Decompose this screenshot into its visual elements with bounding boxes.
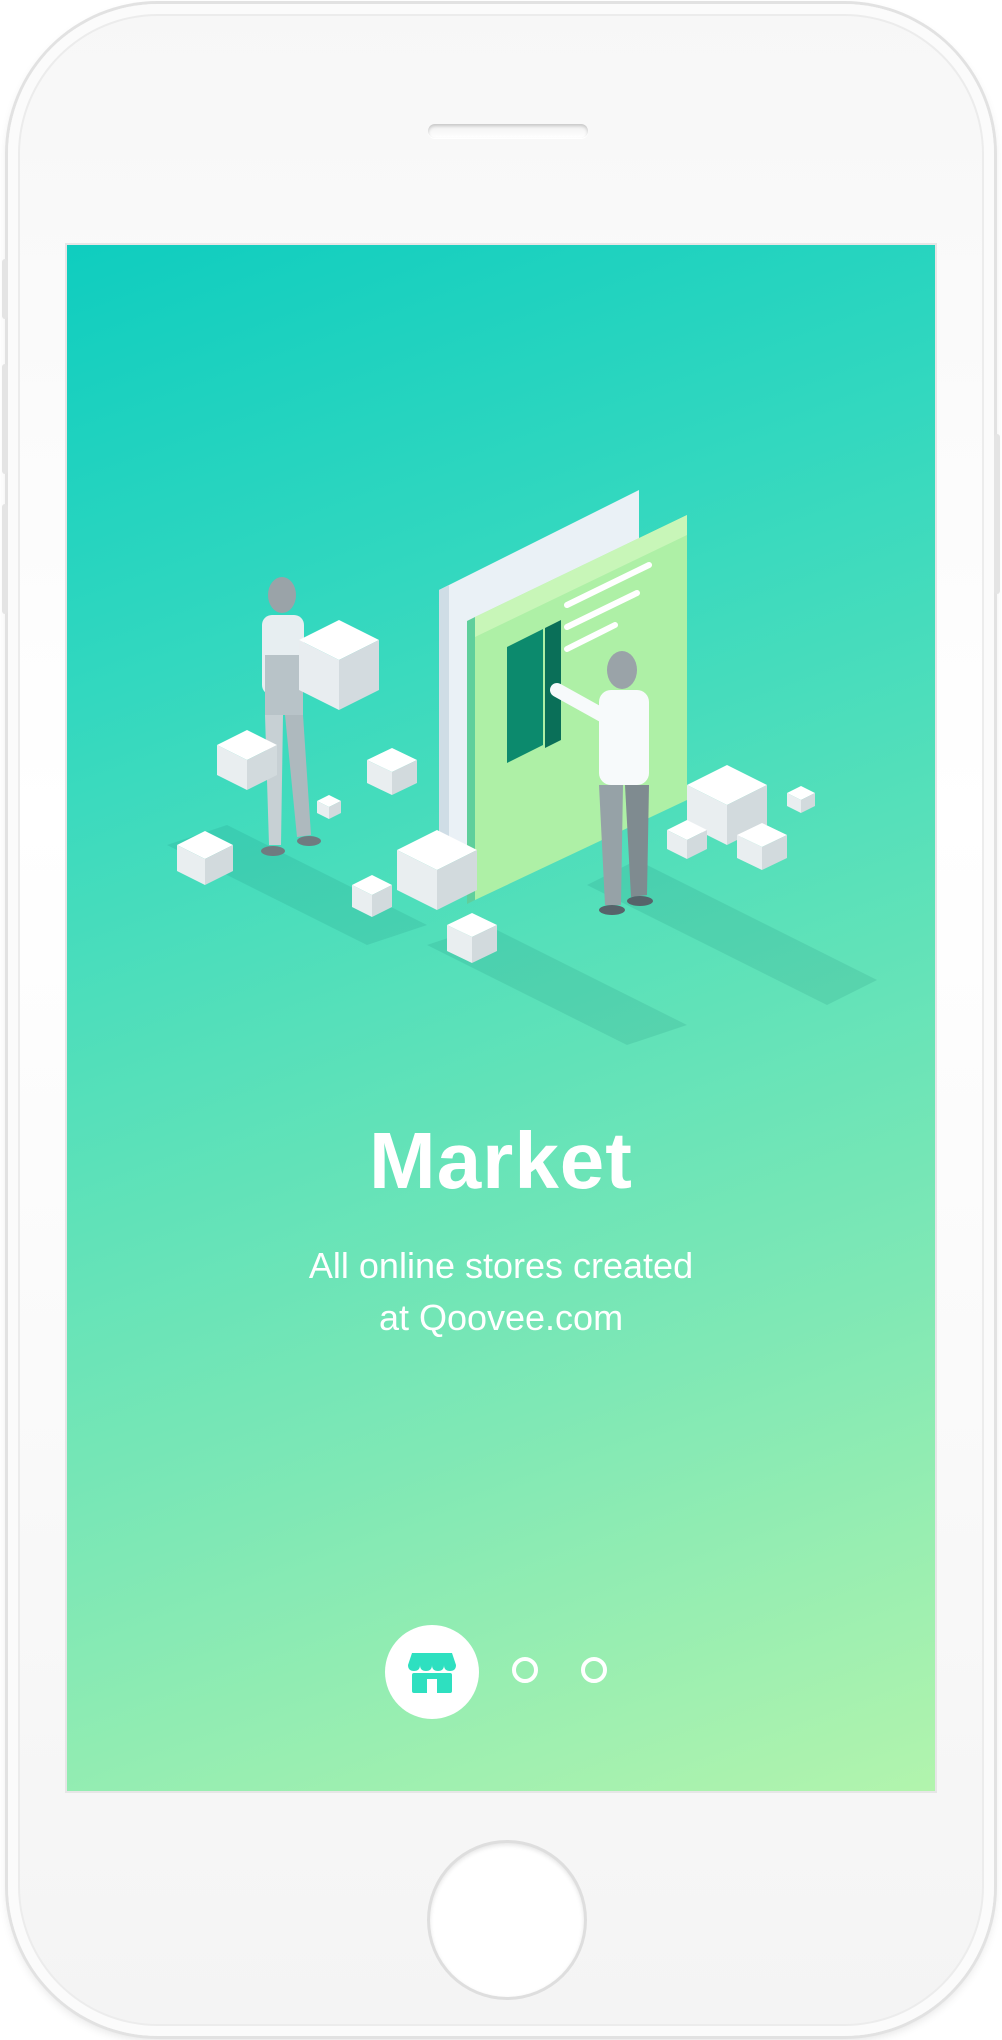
page-indicator [67, 1625, 935, 1721]
app-screen: Market All online stores created at Qoov… [67, 245, 935, 1791]
volume-button [2, 259, 8, 319]
home-button[interactable] [430, 1843, 584, 1997]
volume-down-button [2, 504, 8, 614]
power-button [994, 434, 1000, 594]
earpiece-speaker [428, 124, 588, 138]
page-subtitle: All online stores created at Qoovee.com [67, 1240, 935, 1344]
market-illustration [167, 490, 877, 1045]
pager-dot-2[interactable] [512, 1657, 538, 1683]
page-title: Market [369, 1116, 633, 1205]
subtitle-line-2: at Qoovee.com [378, 1297, 624, 1338]
pager-dot-active[interactable] [385, 1625, 479, 1719]
subtitle-line-1: All online stores created [308, 1245, 694, 1286]
pager-dot-3[interactable] [581, 1657, 607, 1683]
volume-up-button [2, 364, 8, 474]
store-icon [408, 1653, 456, 1693]
